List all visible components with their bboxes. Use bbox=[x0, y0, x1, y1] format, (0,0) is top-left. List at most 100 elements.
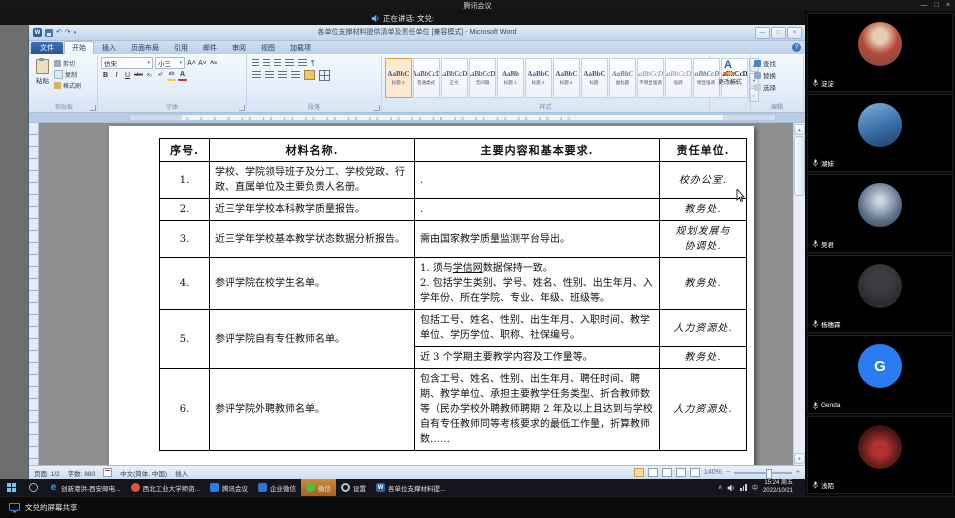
subscript-button[interactable]: x₂ bbox=[145, 70, 154, 80]
replace-button[interactable]: 替换 bbox=[754, 69, 800, 81]
taskbar-app-wechat[interactable]: 微信 bbox=[301, 479, 336, 496]
tab-references[interactable]: 引用 bbox=[167, 42, 195, 54]
font-size-combobox[interactable]: 小三 bbox=[155, 57, 185, 69]
style-chip[interactable]: AaBbC标题 bbox=[581, 58, 608, 98]
style-chip[interactable]: AaBbC标题 2 bbox=[525, 58, 552, 98]
paste-button[interactable]: 粘贴 bbox=[34, 57, 51, 90]
paragraph-dialog-launcher[interactable] bbox=[374, 105, 380, 111]
print-layout-view-icon[interactable] bbox=[634, 468, 644, 477]
zoom-slider[interactable] bbox=[734, 472, 792, 474]
copy-button[interactable]: 复制 bbox=[54, 70, 81, 79]
page-indicator[interactable]: 页面: 1/2 bbox=[34, 468, 60, 478]
align-left-icon[interactable] bbox=[252, 71, 261, 79]
change-styles-button[interactable]: A 更改样式 bbox=[710, 55, 751, 112]
taskbar-app-edge[interactable]: e创新港洪-西安邮电... bbox=[44, 479, 126, 496]
tab-mailings[interactable]: 邮件 bbox=[196, 42, 224, 54]
zoom-slider-knob[interactable] bbox=[766, 469, 772, 479]
taskbar-app-wecom[interactable]: 企业微信 bbox=[253, 479, 301, 496]
participant-tile[interactable]: 浅陌 bbox=[807, 416, 953, 495]
help-icon[interactable] bbox=[792, 43, 801, 52]
shrink-font-button[interactable]: A˅ bbox=[198, 58, 207, 68]
word-minimize-button[interactable] bbox=[755, 27, 770, 39]
participant-tile[interactable]: 淀淀 bbox=[807, 13, 953, 92]
participant-tile[interactable]: G Genda bbox=[807, 335, 953, 414]
justify-icon[interactable] bbox=[291, 71, 300, 79]
style-chip[interactable]: AaBb标题 1 bbox=[497, 58, 524, 98]
grow-font-button[interactable]: A˄ bbox=[187, 58, 196, 68]
style-chip[interactable]: AaBbCcDd无间隔 bbox=[469, 58, 496, 98]
bullets-icon[interactable] bbox=[252, 59, 259, 67]
proofing-icon[interactable] bbox=[103, 468, 112, 477]
select-button[interactable]: 选择 bbox=[754, 81, 800, 93]
insert-mode-indicator[interactable]: 插入 bbox=[175, 468, 188, 478]
undo-icon[interactable] bbox=[56, 29, 62, 36]
underline-button[interactable]: U bbox=[123, 70, 132, 80]
strikethrough-button[interactable]: abc bbox=[134, 70, 143, 80]
show-formatting-marks-icon[interactable] bbox=[311, 60, 315, 67]
taskbar-app-settings[interactable]: 设置 bbox=[336, 479, 371, 496]
word-app-icon[interactable]: W bbox=[33, 28, 42, 37]
outline-view-icon[interactable] bbox=[676, 468, 686, 477]
fullscreen-view-icon[interactable] bbox=[648, 468, 658, 477]
participant-tile[interactable]: 湖妹 bbox=[807, 94, 953, 173]
participant-tile[interactable]: 吴君 bbox=[807, 174, 953, 253]
italic-button[interactable]: I bbox=[112, 70, 121, 80]
minimize-icon[interactable] bbox=[921, 2, 928, 9]
align-right-icon[interactable] bbox=[278, 71, 287, 79]
find-button[interactable]: 查找 bbox=[754, 57, 800, 69]
word-close-button[interactable] bbox=[787, 27, 802, 39]
vertical-scrollbar[interactable] bbox=[793, 123, 805, 465]
style-chip[interactable]: AaBbC标题 4 bbox=[553, 58, 580, 98]
taskbar-app-meeting[interactable]: 腾讯会议 bbox=[205, 479, 253, 496]
web-layout-view-icon[interactable] bbox=[662, 468, 672, 477]
style-chip[interactable]: AaBbCcD普通类式 bbox=[413, 58, 440, 98]
style-chip[interactable]: AaBbC标题 3 bbox=[385, 58, 412, 98]
word-maximize-button[interactable] bbox=[771, 27, 786, 39]
vertical-ruler[interactable] bbox=[29, 123, 39, 465]
zoom-level[interactable]: 140% bbox=[704, 469, 722, 476]
borders-icon[interactable] bbox=[319, 70, 330, 81]
style-chip[interactable]: AaBbC副标题 bbox=[609, 58, 636, 98]
participant-tile[interactable]: 杨穗霖 bbox=[807, 255, 953, 334]
word-count[interactable]: 字数: 880 bbox=[68, 468, 95, 478]
taskbar-clock[interactable]: 15:24 周五 2022/10/21 bbox=[763, 480, 793, 494]
save-icon[interactable] bbox=[45, 29, 53, 37]
qat-dropdown-icon[interactable] bbox=[74, 29, 77, 36]
redo-icon[interactable] bbox=[65, 29, 71, 36]
bold-button[interactable]: B bbox=[101, 70, 110, 80]
tab-home[interactable]: 开始 bbox=[64, 41, 94, 54]
style-chip[interactable]: AaBbCcDd正文 bbox=[441, 58, 468, 98]
start-button[interactable] bbox=[0, 479, 22, 496]
scroll-up-icon[interactable] bbox=[794, 124, 805, 135]
change-case-button[interactable]: Aa bbox=[209, 58, 218, 68]
zoom-out-icon[interactable]: − bbox=[726, 469, 730, 476]
hyperlink-text[interactable]: 学信网 bbox=[453, 263, 483, 274]
tab-file[interactable]: 文件 bbox=[31, 42, 63, 54]
tab-addins[interactable]: 加载项 bbox=[283, 42, 318, 54]
close-icon[interactable] bbox=[946, 2, 950, 9]
maximize-icon[interactable] bbox=[935, 2, 939, 9]
network-icon[interactable] bbox=[740, 484, 747, 491]
decrease-indent-icon[interactable] bbox=[285, 59, 294, 67]
tab-page-layout[interactable]: 页面布局 bbox=[124, 42, 166, 54]
volume-icon[interactable] bbox=[727, 484, 735, 492]
shading-icon[interactable] bbox=[304, 70, 315, 80]
superscript-button[interactable]: x² bbox=[156, 70, 165, 80]
clipboard-dialog-launcher[interactable] bbox=[90, 105, 96, 111]
numbering-icon[interactable] bbox=[263, 59, 270, 67]
horizontal-ruler[interactable]: 2 4 6 8 10 12 14 16 18 20 22 24 26 28 30… bbox=[29, 113, 805, 123]
highlight-color-button[interactable]: ab bbox=[167, 69, 176, 81]
tab-insert[interactable]: 插入 bbox=[95, 42, 123, 54]
zoom-in-icon[interactable]: + bbox=[796, 469, 800, 476]
tab-review[interactable]: 审阅 bbox=[225, 42, 253, 54]
style-chip[interactable]: AaBbCcDd不明显强调 bbox=[637, 58, 664, 98]
ime-indicator[interactable]: 中 bbox=[752, 483, 758, 492]
tab-view[interactable]: 视图 bbox=[254, 42, 282, 54]
document-page[interactable]: 序号. 材料名称. 主要内容和基本要求. 责任单位. 1. 学校、学院领导班子及… bbox=[109, 126, 754, 465]
taskbar-app-browser[interactable]: 西北工业大学师资... bbox=[126, 479, 205, 496]
scroll-down-icon[interactable] bbox=[794, 453, 805, 464]
cut-button[interactable]: 剪切 bbox=[54, 59, 81, 68]
draft-view-icon[interactable] bbox=[690, 468, 700, 477]
taskbar-app-word[interactable]: W各单位支撑材料提... bbox=[371, 479, 450, 496]
search-button[interactable] bbox=[22, 479, 44, 496]
